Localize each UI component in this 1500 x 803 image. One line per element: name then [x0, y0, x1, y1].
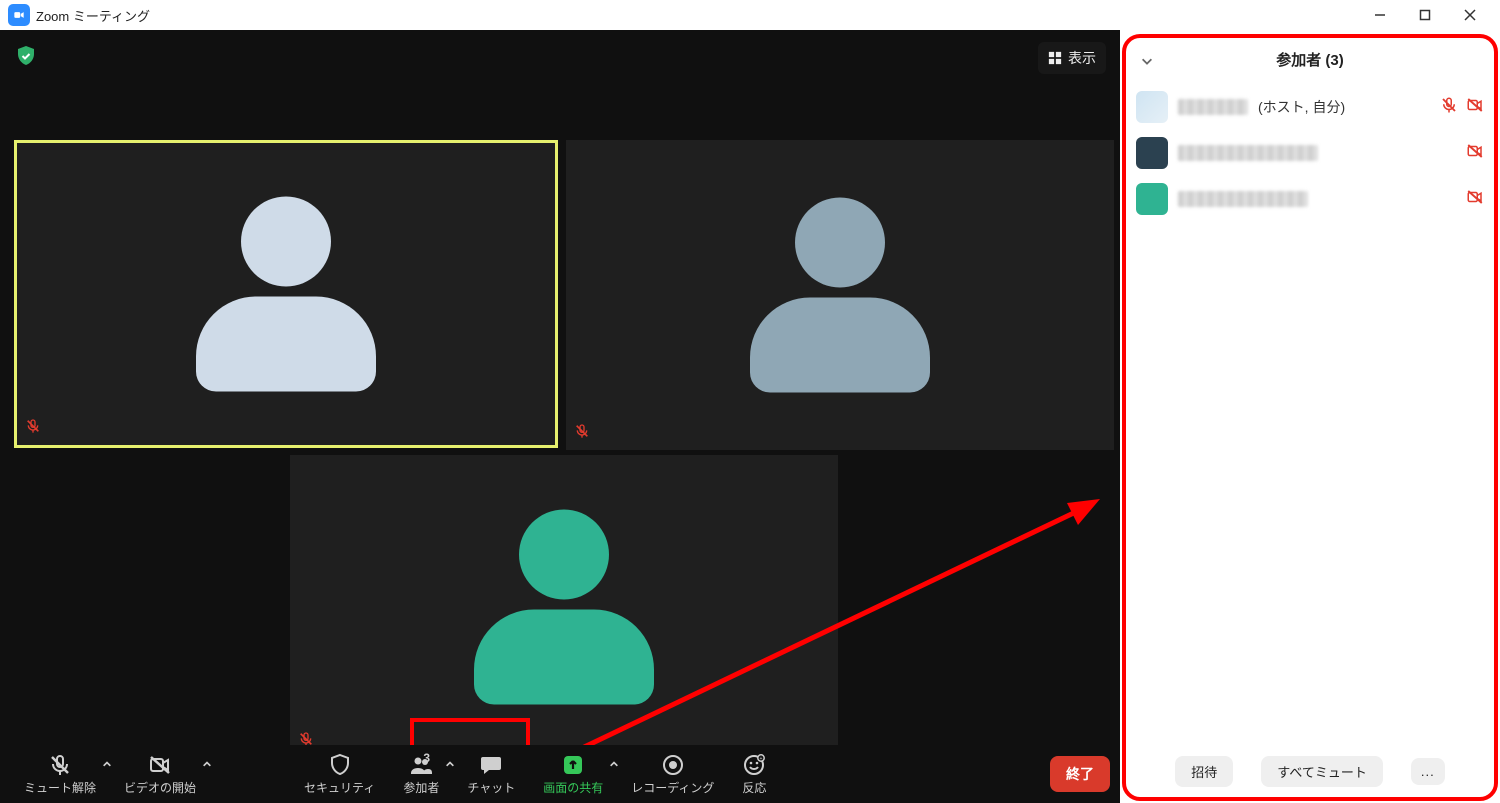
camera-off-icon: [1466, 188, 1484, 211]
camera-off-icon: [148, 753, 172, 777]
window-maximize-button[interactable]: [1402, 0, 1447, 30]
toolbar-label: セキュリティ: [304, 779, 375, 796]
zoom-app-icon: [8, 4, 30, 26]
participant-tag: (ホスト, 自分): [1258, 97, 1345, 117]
share-icon: [561, 753, 585, 777]
participants-panel: 参加者 (3) (ホスト, 自分): [1120, 30, 1500, 803]
chat-button[interactable]: チャット: [459, 749, 523, 800]
toolbar-label: 反応: [742, 779, 766, 796]
participant-row[interactable]: [1136, 130, 1484, 176]
meeting-area: 表示: [0, 30, 1120, 803]
mic-muted-icon: [48, 753, 72, 777]
participant-name-redacted: [1178, 99, 1248, 115]
svg-text:+: +: [760, 756, 763, 762]
toolbar-label: ミュート解除: [24, 779, 96, 796]
end-label: 終了: [1066, 766, 1094, 782]
meeting-toolbar: ミュート解除 ビデオの開始 セキュリティ 3 参加者: [0, 745, 1120, 803]
participants-title: 参加者 (3): [1276, 49, 1344, 70]
avatar-placeholder-icon: [750, 198, 930, 393]
participants-panel-header: 参加者 (3): [1126, 38, 1494, 80]
camera-off-icon: [1466, 96, 1484, 119]
more-button[interactable]: ...: [1411, 758, 1445, 785]
caret-up-icon[interactable]: [102, 759, 112, 773]
end-meeting-button[interactable]: 終了: [1050, 756, 1110, 792]
window-minimize-button[interactable]: [1357, 0, 1402, 30]
avatar-placeholder-icon: [196, 197, 376, 392]
window-title: Zoom ミーティング: [36, 6, 150, 25]
video-tile-participant[interactable]: [290, 455, 838, 758]
avatar-placeholder-icon: [474, 509, 654, 704]
toolbar-label: 画面の共有: [543, 779, 603, 796]
mic-muted-icon: [1440, 96, 1458, 119]
toolbar-label: ビデオの開始: [124, 779, 196, 796]
avatar-icon: [1136, 137, 1168, 169]
start-video-button[interactable]: ビデオの開始: [116, 749, 204, 800]
security-button[interactable]: セキュリティ: [296, 749, 383, 800]
mute-all-button[interactable]: すべてミュート: [1261, 756, 1383, 787]
caret-up-icon[interactable]: [202, 759, 212, 773]
record-button[interactable]: レコーディング: [623, 749, 722, 800]
camera-off-icon: [1466, 142, 1484, 165]
video-tile-participant[interactable]: [566, 140, 1114, 450]
toolbar-label: レコーディング: [631, 779, 714, 796]
window-close-button[interactable]: [1447, 0, 1492, 30]
chat-icon: [479, 753, 503, 777]
avatar-icon: [1136, 91, 1168, 123]
toolbar-label: チャット: [467, 779, 515, 796]
reactions-button[interactable]: + 反応: [734, 749, 774, 800]
toolbar-label: 参加者: [403, 779, 439, 796]
video-tile-self[interactable]: [14, 140, 558, 448]
participant-name-redacted: [1178, 145, 1318, 161]
invite-button[interactable]: 招待: [1175, 756, 1233, 787]
collapse-button[interactable]: [1136, 50, 1158, 72]
share-screen-button[interactable]: 画面の共有: [535, 749, 611, 800]
mic-muted-icon: [25, 418, 41, 439]
shield-icon: [328, 753, 352, 777]
mic-muted-icon: [574, 423, 590, 444]
reactions-icon: +: [742, 753, 766, 777]
participant-row[interactable]: [1136, 176, 1484, 222]
avatar-icon: [1136, 183, 1168, 215]
participant-name-redacted: [1178, 191, 1308, 207]
participants-list: (ホスト, 自分): [1126, 80, 1494, 749]
unmute-button[interactable]: ミュート解除: [16, 749, 104, 800]
window-titlebar: Zoom ミーティング: [0, 0, 1500, 30]
caret-up-icon[interactable]: [445, 759, 455, 773]
caret-up-icon[interactable]: [609, 759, 619, 773]
participants-panel-footer: 招待 すべてミュート ...: [1126, 749, 1494, 797]
participants-count: 3: [423, 751, 430, 765]
record-icon: [661, 753, 685, 777]
participant-row[interactable]: (ホスト, 自分): [1136, 84, 1484, 130]
participants-button[interactable]: 3 参加者: [395, 749, 447, 800]
